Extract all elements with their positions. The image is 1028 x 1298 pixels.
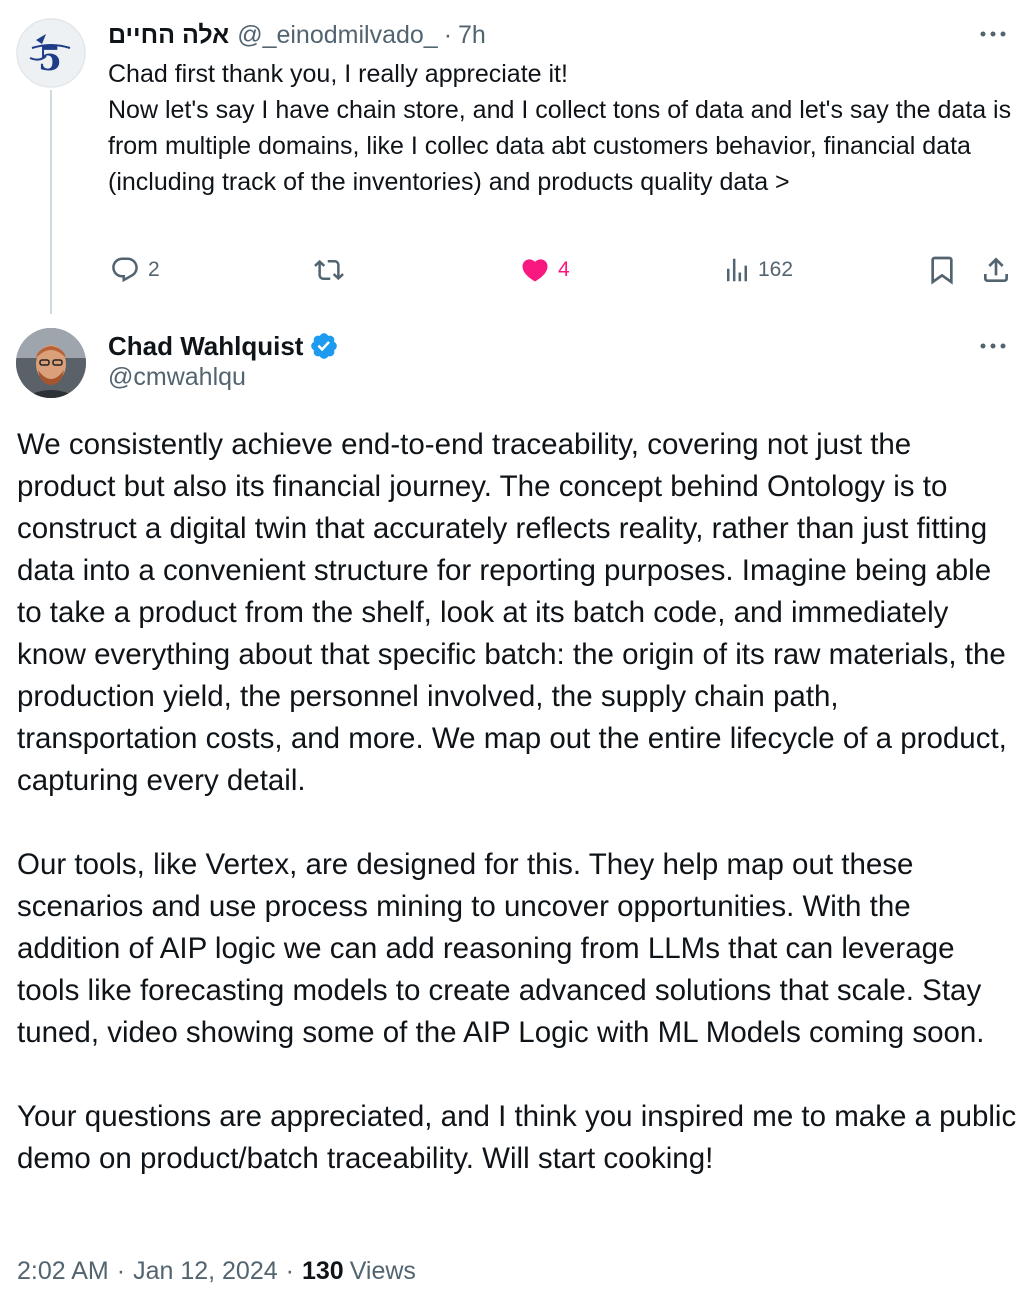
reply-header: אלה החיים @_einodmilvado_ · 7h bbox=[108, 18, 486, 52]
bookmark-icon bbox=[931, 256, 953, 285]
reply-icon bbox=[112, 257, 138, 283]
reply-action-bar: 2 4 162 bbox=[108, 252, 1013, 288]
reply-more-button[interactable] bbox=[976, 24, 1010, 44]
share-icon bbox=[984, 257, 1008, 282]
main-more-button[interactable] bbox=[976, 336, 1010, 356]
main-author-avatar[interactable] bbox=[16, 328, 86, 398]
meta-separator: · bbox=[116, 1256, 126, 1285]
verified-badge-icon[interactable] bbox=[309, 331, 339, 361]
header-separator: · bbox=[443, 20, 453, 49]
reply-author-avatar[interactable]: 5 bbox=[16, 18, 86, 88]
reply-text: Chad first thank you, I really appreciat… bbox=[108, 56, 1013, 200]
more-icon bbox=[980, 31, 1006, 37]
tweet-views-label: Views bbox=[349, 1256, 416, 1285]
main-author-name-row: Chad Wahlquist bbox=[108, 326, 339, 366]
main-paragraph: Your questions are appreciated, and I th… bbox=[17, 1100, 1017, 1175]
retweet-button[interactable] bbox=[312, 252, 352, 288]
reply-author-name[interactable]: אלה החיים bbox=[108, 21, 229, 50]
tweet-date[interactable]: Jan 12, 2024 bbox=[133, 1257, 278, 1286]
heart-icon bbox=[522, 259, 548, 282]
tweet-views-count: 130 bbox=[301, 1256, 344, 1285]
main-tweet-text: We consistently achieve end-to-end trace… bbox=[17, 424, 1017, 1180]
views-icon bbox=[727, 258, 747, 282]
thread-connector-line bbox=[50, 90, 52, 314]
views-button[interactable]: 162 bbox=[722, 252, 793, 288]
meta-separator: · bbox=[285, 1256, 294, 1285]
like-button[interactable]: 4 bbox=[518, 252, 570, 288]
main-author-handle[interactable]: @cmwahlqu bbox=[108, 363, 246, 392]
reply-button[interactable]: 2 bbox=[108, 252, 160, 288]
main-paragraph: We consistently achieve end-to-end trace… bbox=[17, 428, 1007, 797]
tweet-meta: 2:02 AM · Jan 12, 2024 · 130 Views bbox=[17, 1252, 416, 1290]
share-button[interactable] bbox=[980, 252, 1012, 288]
reply-author-handle[interactable]: @_einodmilvado_ bbox=[237, 21, 438, 50]
reply-text-line: Now let's say I have chain store, and I … bbox=[108, 96, 1012, 196]
reply-timestamp[interactable]: 7h bbox=[458, 21, 486, 50]
like-count: 4 bbox=[558, 258, 570, 281]
tweet-thread: 5 אלה החיים @_einodmilvado_ · 7h Chad fi… bbox=[0, 0, 1028, 1298]
tweet-time[interactable]: 2:02 AM bbox=[17, 1257, 109, 1286]
views-count: 162 bbox=[758, 258, 794, 281]
retweet-icon bbox=[314, 259, 344, 281]
reply-text-line: Chad first thank you, I really appreciat… bbox=[108, 60, 568, 88]
main-author-name[interactable]: Chad Wahlquist bbox=[108, 331, 303, 362]
bookmark-button[interactable] bbox=[926, 252, 958, 288]
more-icon bbox=[980, 343, 1006, 349]
main-paragraph: Our tools, like Vertex, are designed for… bbox=[17, 848, 985, 1049]
reply-count: 2 bbox=[148, 258, 160, 281]
